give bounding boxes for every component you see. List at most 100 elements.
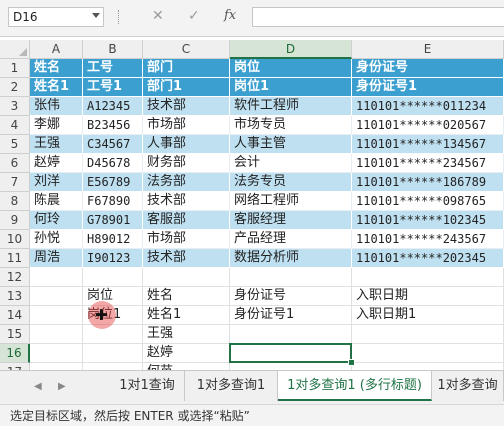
- chevron-down-icon[interactable]: [92, 13, 100, 18]
- cell[interactable]: 部门1: [143, 78, 230, 97]
- table-cell[interactable]: 市场部: [143, 230, 230, 249]
- table-cell[interactable]: 软件工程师: [230, 97, 352, 116]
- table-cell[interactable]: G78901: [83, 211, 143, 230]
- table-cell[interactable]: 赵婷: [30, 154, 83, 173]
- check-icon[interactable]: ✓: [188, 8, 200, 24]
- cell[interactable]: [30, 325, 83, 344]
- column-header-d[interactable]: D: [230, 40, 352, 59]
- select-all-button[interactable]: [0, 40, 30, 59]
- fill-handle[interactable]: [348, 359, 355, 366]
- cell[interactable]: [30, 306, 83, 325]
- cell[interactable]: [352, 268, 504, 287]
- cell[interactable]: [352, 325, 504, 344]
- row-header-16[interactable]: 16: [0, 344, 30, 363]
- table-cell[interactable]: 客服经理: [230, 211, 352, 230]
- row-header-5[interactable]: 5: [0, 135, 30, 154]
- column-header-c[interactable]: C: [143, 40, 230, 59]
- cell[interactable]: 身份证号1: [352, 78, 504, 97]
- scroll-left-icon[interactable]: ◀: [34, 381, 42, 392]
- cell[interactable]: [30, 268, 83, 287]
- function-icon[interactable]: fx: [224, 8, 236, 23]
- cell[interactable]: [83, 363, 143, 370]
- table-cell[interactable]: I90123: [83, 249, 143, 268]
- table-cell[interactable]: 数据分析师: [230, 249, 352, 268]
- table-cell[interactable]: D45678: [83, 154, 143, 173]
- row-header-17[interactable]: 17: [0, 363, 30, 370]
- column-header-b[interactable]: B: [83, 40, 143, 59]
- table-cell[interactable]: 法务专员: [230, 173, 352, 192]
- cell[interactable]: [83, 344, 143, 363]
- cell[interactable]: 姓名: [30, 59, 83, 78]
- table-cell[interactable]: 技术部: [143, 97, 230, 116]
- column-header-a[interactable]: A: [30, 40, 83, 59]
- table-cell[interactable]: 法务部: [143, 173, 230, 192]
- table-cell[interactable]: 刘洋: [30, 173, 83, 192]
- table-cell[interactable]: 人事部: [143, 135, 230, 154]
- table-cell[interactable]: 110101******234567: [352, 154, 504, 173]
- table-cell[interactable]: 110101******186789: [352, 173, 504, 192]
- sheet-tab[interactable]: 1对多查询1 (多行标题): [278, 371, 432, 401]
- row-header-2[interactable]: 2: [0, 78, 30, 97]
- table-cell[interactable]: 李娜: [30, 116, 83, 135]
- row-header-10[interactable]: 10: [0, 230, 30, 249]
- cell[interactable]: 王强: [143, 325, 230, 344]
- table-cell[interactable]: 会计: [230, 154, 352, 173]
- table-cell[interactable]: 110101******243567: [352, 230, 504, 249]
- cell[interactable]: 姓名: [143, 287, 230, 306]
- cell[interactable]: [230, 325, 352, 344]
- table-cell[interactable]: A12345: [83, 97, 143, 116]
- cell[interactable]: 入职日期1: [352, 306, 504, 325]
- table-cell[interactable]: 110101******098765: [352, 192, 504, 211]
- table-cell[interactable]: 客服部: [143, 211, 230, 230]
- table-cell[interactable]: 孙悦: [30, 230, 83, 249]
- cell[interactable]: 入职日期: [352, 287, 504, 306]
- cell[interactable]: [352, 344, 504, 363]
- table-cell[interactable]: 产品经理: [230, 230, 352, 249]
- row-header-8[interactable]: 8: [0, 192, 30, 211]
- table-cell[interactable]: 人事主管: [230, 135, 352, 154]
- table-cell[interactable]: B23456: [83, 116, 143, 135]
- row-header-13[interactable]: 13: [0, 287, 30, 306]
- table-cell[interactable]: 何玲: [30, 211, 83, 230]
- table-cell[interactable]: 110101******020567: [352, 116, 504, 135]
- row-header-6[interactable]: 6: [0, 154, 30, 173]
- cell[interactable]: [352, 363, 504, 370]
- table-cell[interactable]: 网络工程师: [230, 192, 352, 211]
- cell[interactable]: 身份证号1: [230, 306, 352, 325]
- row-header-9[interactable]: 9: [0, 211, 30, 230]
- table-cell[interactable]: 王强: [30, 135, 83, 154]
- table-cell[interactable]: E56789: [83, 173, 143, 192]
- cell[interactable]: 身份证号: [352, 59, 504, 78]
- cell[interactable]: 工号1: [83, 78, 143, 97]
- table-cell[interactable]: 市场专员: [230, 116, 352, 135]
- cell[interactable]: 何苗: [143, 363, 230, 370]
- name-box[interactable]: D16: [8, 7, 104, 27]
- cell[interactable]: 姓名1: [143, 306, 230, 325]
- cell[interactable]: [143, 268, 230, 287]
- row-header-7[interactable]: 7: [0, 173, 30, 192]
- row-header-14[interactable]: 14: [0, 306, 30, 325]
- cell[interactable]: 姓名1: [30, 78, 83, 97]
- cell[interactable]: 工号: [83, 59, 143, 78]
- scroll-right-icon[interactable]: ▶: [58, 381, 66, 392]
- table-cell[interactable]: F67890: [83, 192, 143, 211]
- table-cell[interactable]: 110101******011234: [352, 97, 504, 116]
- table-cell[interactable]: 财务部: [143, 154, 230, 173]
- row-header-1[interactable]: 1: [0, 59, 30, 78]
- formula-input[interactable]: [252, 7, 504, 27]
- table-cell[interactable]: 张伟: [30, 97, 83, 116]
- cell[interactable]: 岗位: [83, 287, 143, 306]
- cell[interactable]: [83, 325, 143, 344]
- close-icon[interactable]: ✕: [152, 8, 164, 24]
- row-header-3[interactable]: 3: [0, 97, 30, 116]
- table-cell[interactable]: 110101******134567: [352, 135, 504, 154]
- row-header-11[interactable]: 11: [0, 249, 30, 268]
- sheet-tab[interactable]: 1对1查询: [110, 371, 185, 401]
- cell[interactable]: [230, 268, 352, 287]
- spreadsheet-grid[interactable]: ABCDE 1234567891011121314151617 姓名工号部门岗位…: [0, 40, 504, 370]
- table-cell[interactable]: 周浩: [30, 249, 83, 268]
- cell[interactable]: 赵婷: [143, 344, 230, 363]
- cell[interactable]: [30, 344, 83, 363]
- table-cell[interactable]: 技术部: [143, 249, 230, 268]
- table-cell[interactable]: C34567: [83, 135, 143, 154]
